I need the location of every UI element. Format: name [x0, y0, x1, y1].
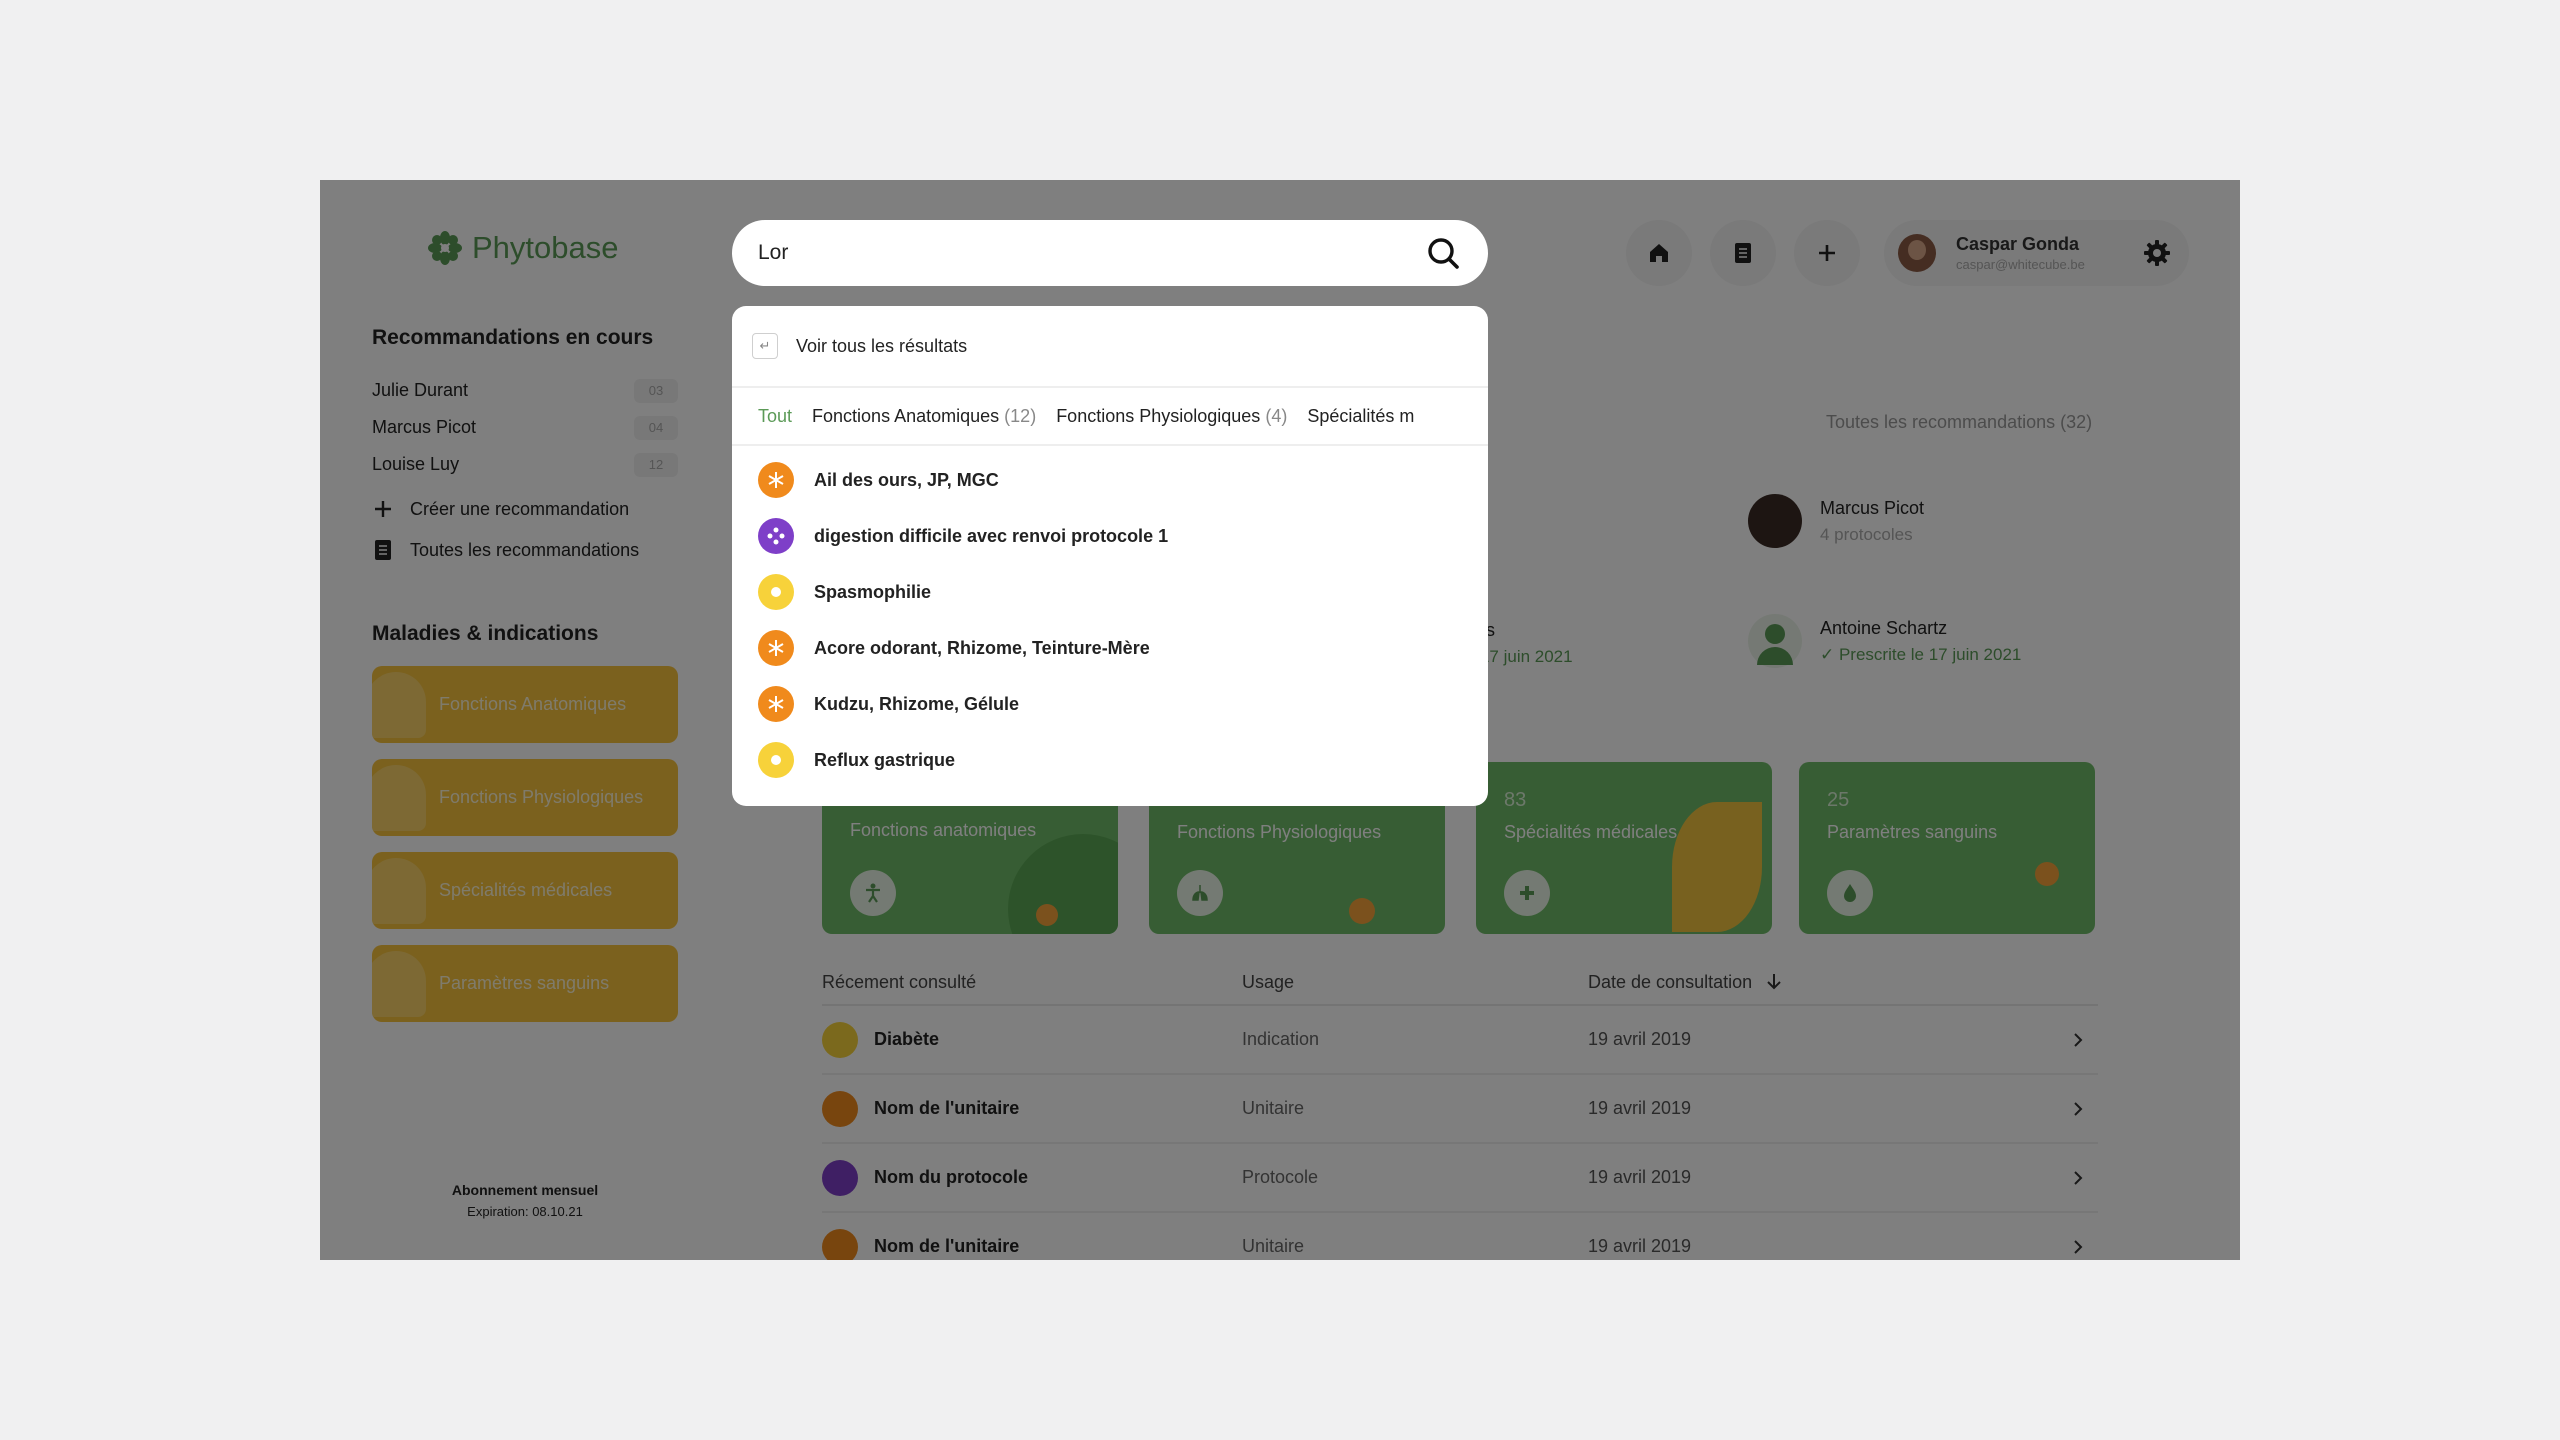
- tab-label: Tout: [758, 405, 793, 426]
- search-results-list: Ail des ours, JP, MGC digestion difficil…: [732, 446, 1488, 788]
- search-icon[interactable]: [1426, 236, 1460, 270]
- result-label: Reflux gastrique: [814, 749, 956, 770]
- search-results-dropdown: ↵ Voir tous les résultats Tout Fonctions…: [732, 306, 1488, 806]
- search-input[interactable]: [758, 241, 1378, 265]
- search-bar[interactable]: [732, 220, 1488, 286]
- tab-label: Fonctions Physiologiques: [1056, 405, 1261, 426]
- result-label: digestion difficile avec renvoi protocol…: [814, 525, 1169, 546]
- app-frame: Phytobase Recommandations en cours Julie…: [320, 180, 2240, 1260]
- indication-icon: [758, 742, 794, 778]
- search-result-item[interactable]: Ail des ours, JP, MGC: [732, 452, 1488, 508]
- search-result-item[interactable]: Kudzu, Rhizome, Gélule: [732, 676, 1488, 732]
- see-all-results[interactable]: ↵ Voir tous les résultats: [732, 306, 1488, 388]
- search-result-item[interactable]: Reflux gastrique: [732, 732, 1488, 788]
- search-filter-tabs: Tout Fonctions Anatomiques (12) Fonction…: [732, 388, 1488, 446]
- plant-icon: [758, 630, 794, 666]
- tab-count: (4): [1265, 405, 1288, 426]
- tab-fonctions-anatomiques[interactable]: Fonctions Anatomiques (12): [812, 406, 1036, 427]
- tab-label: Spécialités m: [1307, 405, 1415, 426]
- plant-icon: [758, 686, 794, 722]
- see-all-label: Voir tous les résultats: [796, 335, 968, 356]
- tab-fonctions-physiologiques[interactable]: Fonctions Physiologiques (4): [1056, 406, 1287, 427]
- result-label: Ail des ours, JP, MGC: [814, 469, 999, 490]
- result-label: Spasmophilie: [814, 581, 932, 602]
- search-result-item[interactable]: Acore odorant, Rhizome, Teinture-Mère: [732, 620, 1488, 676]
- tab-tout[interactable]: Tout: [758, 406, 792, 427]
- protocol-icon: [758, 518, 794, 554]
- enter-key-icon: ↵: [752, 333, 778, 359]
- search-result-item[interactable]: digestion difficile avec renvoi protocol…: [732, 508, 1488, 564]
- indication-icon: [758, 574, 794, 610]
- result-label: Kudzu, Rhizome, Gélule: [814, 693, 1020, 714]
- search-result-item[interactable]: Spasmophilie: [732, 564, 1488, 620]
- result-label: Acore odorant, Rhizome, Teinture-Mère: [814, 637, 1150, 658]
- tab-count: (12): [1004, 405, 1037, 426]
- plant-icon: [758, 462, 794, 498]
- tab-label: Fonctions Anatomiques: [812, 405, 1000, 426]
- tab-specialites[interactable]: Spécialités m: [1307, 406, 1414, 427]
